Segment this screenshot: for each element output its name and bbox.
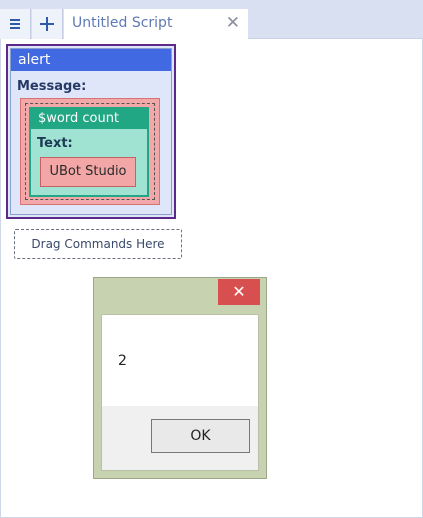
alert-command-block[interactable]: alert Message: $word count Text: UBot St… bbox=[6, 44, 176, 219]
dialog-body: 2 OK bbox=[101, 314, 259, 471]
close-icon[interactable]: ✕ bbox=[226, 13, 240, 33]
alert-dialog: ✕ 2 OK bbox=[93, 277, 267, 479]
dialog-message: 2 bbox=[118, 353, 127, 369]
tab-bar: Untitled Script ✕ bbox=[0, 0, 423, 39]
add-tab-button[interactable] bbox=[32, 9, 63, 39]
tab-title: Untitled Script bbox=[72, 15, 173, 31]
text-param-value[interactable]: UBot Studio bbox=[40, 157, 136, 187]
message-param-slot[interactable]: $word count Text: UBot Studio bbox=[20, 98, 160, 205]
menu-button[interactable] bbox=[0, 9, 31, 39]
alert-command-body: alert Message: $word count Text: UBot St… bbox=[10, 48, 172, 215]
tab-untitled-script[interactable]: Untitled Script ✕ bbox=[64, 9, 248, 39]
drag-commands-drop-zone[interactable]: Drag Commands Here bbox=[14, 229, 182, 259]
word-count-function-header[interactable]: $word count bbox=[31, 109, 147, 129]
text-param-label: Text: bbox=[37, 136, 73, 151]
ok-button[interactable]: OK bbox=[151, 419, 250, 453]
dialog-footer: OK bbox=[102, 406, 258, 470]
word-count-function-block[interactable]: $word count Text: UBot Studio bbox=[29, 107, 149, 197]
param-drop-outline: $word count Text: UBot Studio bbox=[25, 103, 155, 200]
close-icon[interactable]: ✕ bbox=[218, 279, 260, 305]
hamburger-menu-icon bbox=[10, 19, 20, 29]
message-param-label: Message: bbox=[17, 79, 87, 94]
plus-icon bbox=[40, 17, 54, 31]
alert-command-header[interactable]: alert bbox=[11, 49, 171, 71]
